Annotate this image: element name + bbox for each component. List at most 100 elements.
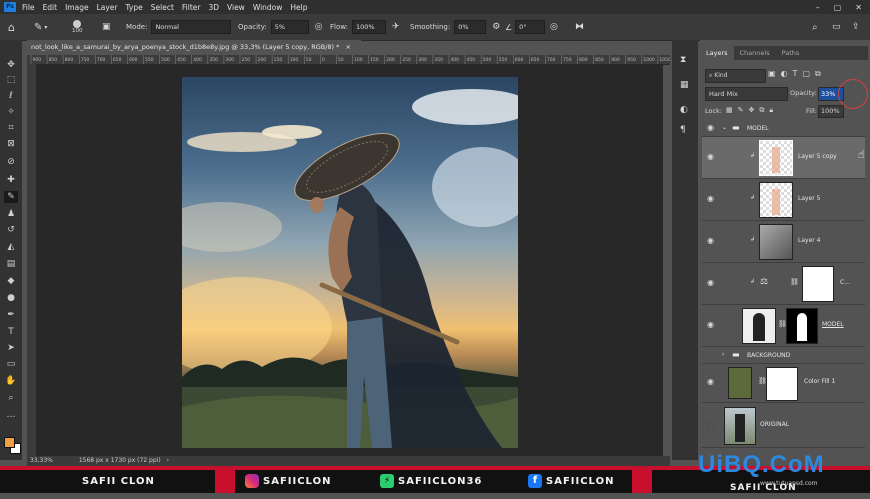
blend-mode-select[interactable]: Hard Mix (705, 87, 788, 101)
group-chevron-icon[interactable]: ⌄ (722, 124, 727, 131)
layer-row-adjustment[interactable]: ◉ ↲ ⚖ ⛓ C... (702, 263, 865, 305)
pressure-opacity-icon[interactable]: ◎ (315, 22, 323, 32)
hand-tool-icon[interactable]: ✋ (4, 375, 18, 387)
menu-image[interactable]: Image (65, 3, 89, 12)
document-tab[interactable]: not_look_like_a_samurai_by_arya_poenya_s… (27, 40, 361, 54)
smoothing-field[interactable]: 0% (454, 20, 487, 34)
clone-stamp-tool-icon[interactable]: ♟ (4, 208, 18, 220)
visibility-eye-icon[interactable]: ◉ (707, 152, 714, 161)
menu-file[interactable]: File (22, 3, 35, 12)
mode-select[interactable]: Normal (151, 20, 232, 34)
search-icon[interactable]: ⌕ (812, 22, 818, 33)
history-brush-tool-icon[interactable]: ↺ (4, 224, 18, 236)
layer-row-original[interactable]: □ ORIGINAL (702, 403, 865, 448)
smoothing-options-gear-icon[interactable]: ⚙ (492, 22, 500, 32)
group-chevron-icon[interactable]: › (722, 351, 724, 358)
visibility-empty-icon[interactable]: □ (707, 420, 715, 429)
visibility-eye-icon[interactable]: ◉ (707, 377, 714, 386)
menu-3d[interactable]: 3D (208, 3, 219, 12)
layer-group-model[interactable]: ◉ ⌄ ▬ MODEL (702, 120, 865, 137)
home-icon[interactable]: ⌂ (8, 14, 15, 40)
workspace-icon[interactable]: ▭ (832, 22, 841, 32)
tab-channels[interactable]: Channels (734, 46, 776, 60)
adjustment-filter-icon[interactable]: ◐ (781, 69, 793, 78)
lasso-tool-icon[interactable]: ℓ (4, 90, 18, 102)
menu-type[interactable]: Type (126, 3, 143, 12)
brush-tool-icon[interactable]: ✎ ▾ (34, 14, 47, 40)
chain-link-icon[interactable]: ⛓ (790, 278, 799, 286)
lock-artboard-icon[interactable]: ⧉ (759, 106, 769, 114)
layer-filter-select[interactable]: ⌕ Kind (705, 69, 766, 83)
angle-field[interactable]: 0° (515, 20, 546, 34)
layer-row-selected[interactable]: ◉ ↲ Layer 5 copy (702, 137, 865, 179)
layer-row-fill[interactable]: ◉ ⛓ Color Fill 1 (702, 364, 865, 403)
layer-row[interactable]: ◉ ↲ Layer 5 (702, 179, 865, 221)
close-document-icon[interactable]: × (346, 43, 351, 51)
pixel-filter-icon[interactable]: ▣ (768, 69, 781, 78)
share-icon[interactable]: ⇪ (852, 22, 860, 32)
status-arrow-icon[interactable]: › (167, 457, 169, 464)
frame-tool-icon[interactable]: ⊠ (4, 138, 18, 150)
foreground-color-swatch-front[interactable] (4, 437, 15, 448)
flow-field[interactable]: 100% (351, 20, 386, 34)
canvas-image[interactable] (182, 77, 518, 448)
visibility-eye-icon[interactable]: ◉ (707, 123, 714, 132)
swatches-panel-icon[interactable]: ▦ (680, 80, 689, 90)
smart-object-filter-icon[interactable]: ⧉ (815, 69, 826, 78)
menu-edit[interactable]: Edit (43, 3, 58, 12)
brush-settings-icon[interactable]: ▣ (102, 14, 111, 40)
lock-all-icon[interactable]: 🔒︎ (769, 106, 778, 114)
opacity-field[interactable]: 5% (270, 20, 309, 34)
layer-row[interactable]: ◉ ↲ Layer 4 (702, 221, 865, 263)
menu-select[interactable]: Select (151, 3, 174, 12)
shape-filter-icon[interactable]: ▢ (802, 69, 815, 78)
menu-layer[interactable]: Layer (97, 3, 118, 12)
menu-window[interactable]: Window (253, 3, 283, 12)
zoom-level[interactable]: 33,33% (30, 457, 53, 464)
pressure-size-icon[interactable]: ◎ (550, 22, 558, 32)
path-selection-tool-icon[interactable]: ➤ (4, 342, 18, 354)
move-tool-icon[interactable]: ✥ (4, 59, 18, 71)
visibility-eye-icon[interactable]: ◉ (707, 320, 714, 329)
pen-tool-icon[interactable]: ✒ (4, 309, 18, 321)
visibility-eye-icon[interactable]: ◉ (707, 278, 714, 287)
type-tool-icon[interactable]: T (4, 326, 18, 338)
ruler-tick-label: 600 (515, 57, 524, 63)
adjustments-panel-icon[interactable]: ◐ (680, 105, 688, 115)
visibility-eye-icon[interactable]: ◉ (707, 236, 714, 245)
lock-transparent-icon[interactable]: ▦ (726, 106, 738, 114)
more-tools-icon[interactable]: … (4, 409, 18, 421)
close-icon[interactable]: ✕ (855, 3, 862, 12)
restore-icon[interactable]: ▢ (834, 3, 842, 12)
marquee-tool-icon[interactable]: ⬚ (4, 74, 18, 86)
healing-brush-tool-icon[interactable]: ✚ (4, 174, 18, 186)
quick-select-tool-icon[interactable]: ✧ (4, 106, 18, 118)
visibility-eye-icon[interactable]: ◉ (707, 194, 714, 203)
gradient-tool-icon[interactable]: ▤ (4, 258, 18, 270)
dodge-tool-icon[interactable]: ● (4, 292, 18, 304)
airbrush-icon[interactable]: ✈ (392, 22, 400, 32)
type-filter-icon[interactable]: T (793, 69, 803, 78)
layer-group-background[interactable]: › ▬ BACKGROUND (702, 347, 865, 364)
menu-view[interactable]: View (227, 3, 245, 12)
lock-pixels-icon[interactable]: ✎ (738, 106, 749, 114)
brush-preset-picker[interactable]: 100 (72, 14, 83, 40)
brush-tool-icon[interactable]: ✎ (4, 191, 18, 203)
eraser-tool-icon[interactable]: ◭ (4, 241, 18, 253)
symmetry-icon[interactable]: ⧓ (575, 22, 584, 32)
lock-position-icon[interactable]: ✥ (749, 106, 760, 114)
eyedropper-tool-icon[interactable]: ⊘ (4, 156, 18, 168)
zoom-tool-icon[interactable]: ⌕ (4, 392, 18, 404)
blur-tool-icon[interactable]: ◆ (4, 275, 18, 287)
menu-help[interactable]: Help (290, 3, 307, 12)
menu-filter[interactable]: Filter (182, 3, 201, 12)
tab-paths[interactable]: Paths (776, 46, 806, 60)
paragraph-panel-icon[interactable]: ¶ (680, 125, 686, 135)
history-panel-icon[interactable]: ⧗ (680, 55, 686, 65)
minimize-icon[interactable]: – (816, 3, 820, 12)
layer-row-masked[interactable]: ◉ ⛓ MODEL (702, 305, 865, 347)
rectangle-tool-icon[interactable]: ▭ (4, 358, 18, 370)
fill-field[interactable]: 100% (818, 105, 844, 118)
crop-tool-icon[interactable]: ⌗ (4, 122, 18, 134)
tab-layers[interactable]: Layers (700, 46, 734, 60)
